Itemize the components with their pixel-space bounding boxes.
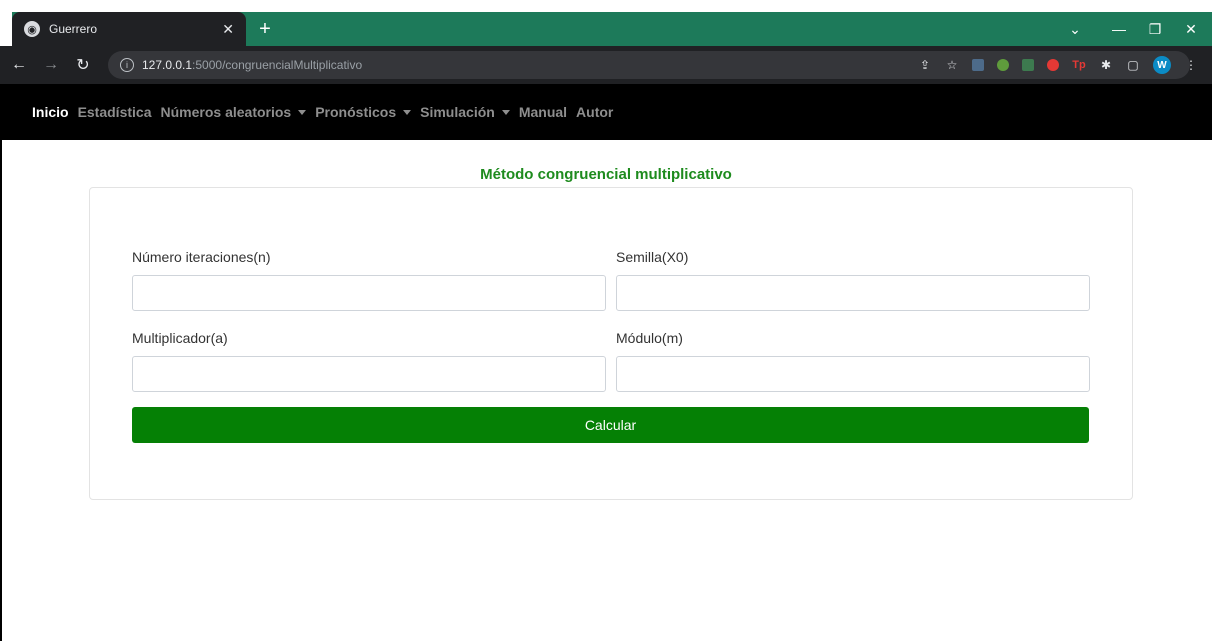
browser-menu-icon[interactable]: ⋮ <box>1184 58 1198 72</box>
nav-label: Inicio <box>32 104 69 120</box>
minimize-button[interactable]: — <box>1104 16 1134 42</box>
modulus-input[interactable] <box>616 356 1090 392</box>
extension-icon[interactable] <box>972 59 984 71</box>
reload-icon[interactable]: ↻ <box>70 52 96 78</box>
bookmark-star-icon[interactable]: ☆ <box>945 58 959 72</box>
nav-autor[interactable]: Autor <box>576 104 613 120</box>
multiplier-label: Multiplicador(a) <box>132 330 228 346</box>
nav-numeros-aleatorios[interactable]: Números aleatorios <box>161 104 307 120</box>
side-panel-icon[interactable]: ▢ <box>1126 58 1140 72</box>
toolbar-icons: ⇪ ☆ Tp ✱ ▢ W ⋮ <box>918 56 1198 74</box>
new-tab-button[interactable]: + <box>252 16 278 42</box>
tab-search-icon[interactable]: ⌄ <box>1060 16 1090 42</box>
caret-down-icon <box>298 110 307 115</box>
profile-avatar[interactable]: W <box>1153 56 1171 74</box>
nav-label: Números aleatorios <box>160 104 292 120</box>
browser-tab[interactable]: ◉ Guerrero ✕ <box>12 12 246 46</box>
nav-simulacion[interactable]: Simulación <box>420 104 510 120</box>
nav-label: Autor <box>576 104 614 120</box>
form-card <box>89 187 1133 500</box>
multiplier-input[interactable] <box>132 356 606 392</box>
restore-button[interactable]: ❐ <box>1140 16 1170 42</box>
caret-down-icon <box>501 110 510 115</box>
close-window-button[interactable]: ✕ <box>1176 16 1206 42</box>
browser-tab-strip: ◉ Guerrero ✕ + ⌄ — ❐ ✕ <box>0 0 1212 46</box>
nav-label: Pronósticos <box>315 104 397 120</box>
seed-input[interactable] <box>616 275 1090 311</box>
globe-icon: ◉ <box>24 21 40 37</box>
calculate-button[interactable]: Calcular <box>132 407 1089 443</box>
url-host: 127.0.0.1 <box>142 58 193 72</box>
caret-down-icon <box>403 110 412 115</box>
browser-toolbar: ← → ↻ i 127.0.0.1:5000/congruencialMulti… <box>0 46 1212 84</box>
nav-label: Simulación <box>420 104 495 120</box>
tp-extension-icon[interactable]: Tp <box>1072 58 1086 72</box>
nav-label: Estadística <box>77 104 152 120</box>
seed-label: Semilla(X0) <box>616 249 689 265</box>
main-navbar: Inicio Estadística Números aleatorios Pr… <box>2 84 1212 140</box>
tree-extension-icon[interactable] <box>997 59 1009 71</box>
nav-manual[interactable]: Manual <box>519 104 567 120</box>
modulus-label: Módulo(m) <box>616 330 683 346</box>
nav-label: Manual <box>518 104 568 120</box>
nav-pronosticos[interactable]: Pronósticos <box>315 104 412 120</box>
forward-icon[interactable]: → <box>38 52 64 78</box>
adblock-extension-icon[interactable] <box>1047 59 1059 71</box>
close-tab-icon[interactable]: ✕ <box>222 21 234 38</box>
nav-estadistica[interactable]: Estadística <box>78 104 152 120</box>
iterations-label: Número iteraciones(n) <box>132 249 271 265</box>
nav-inicio[interactable]: Inicio <box>32 104 69 120</box>
iterations-input[interactable] <box>132 275 606 311</box>
url-path: :5000/congruencialMultiplicativo <box>192 58 363 72</box>
extensions-puzzle-icon[interactable]: ✱ <box>1099 58 1113 72</box>
tab-title: Guerrero <box>49 22 98 36</box>
site-info-icon[interactable]: i <box>120 58 134 72</box>
page-title: Método congruencial multiplicativo <box>480 166 732 183</box>
div-extension-icon[interactable] <box>1022 59 1034 71</box>
share-icon[interactable]: ⇪ <box>918 58 932 72</box>
back-icon[interactable]: ← <box>6 52 32 78</box>
